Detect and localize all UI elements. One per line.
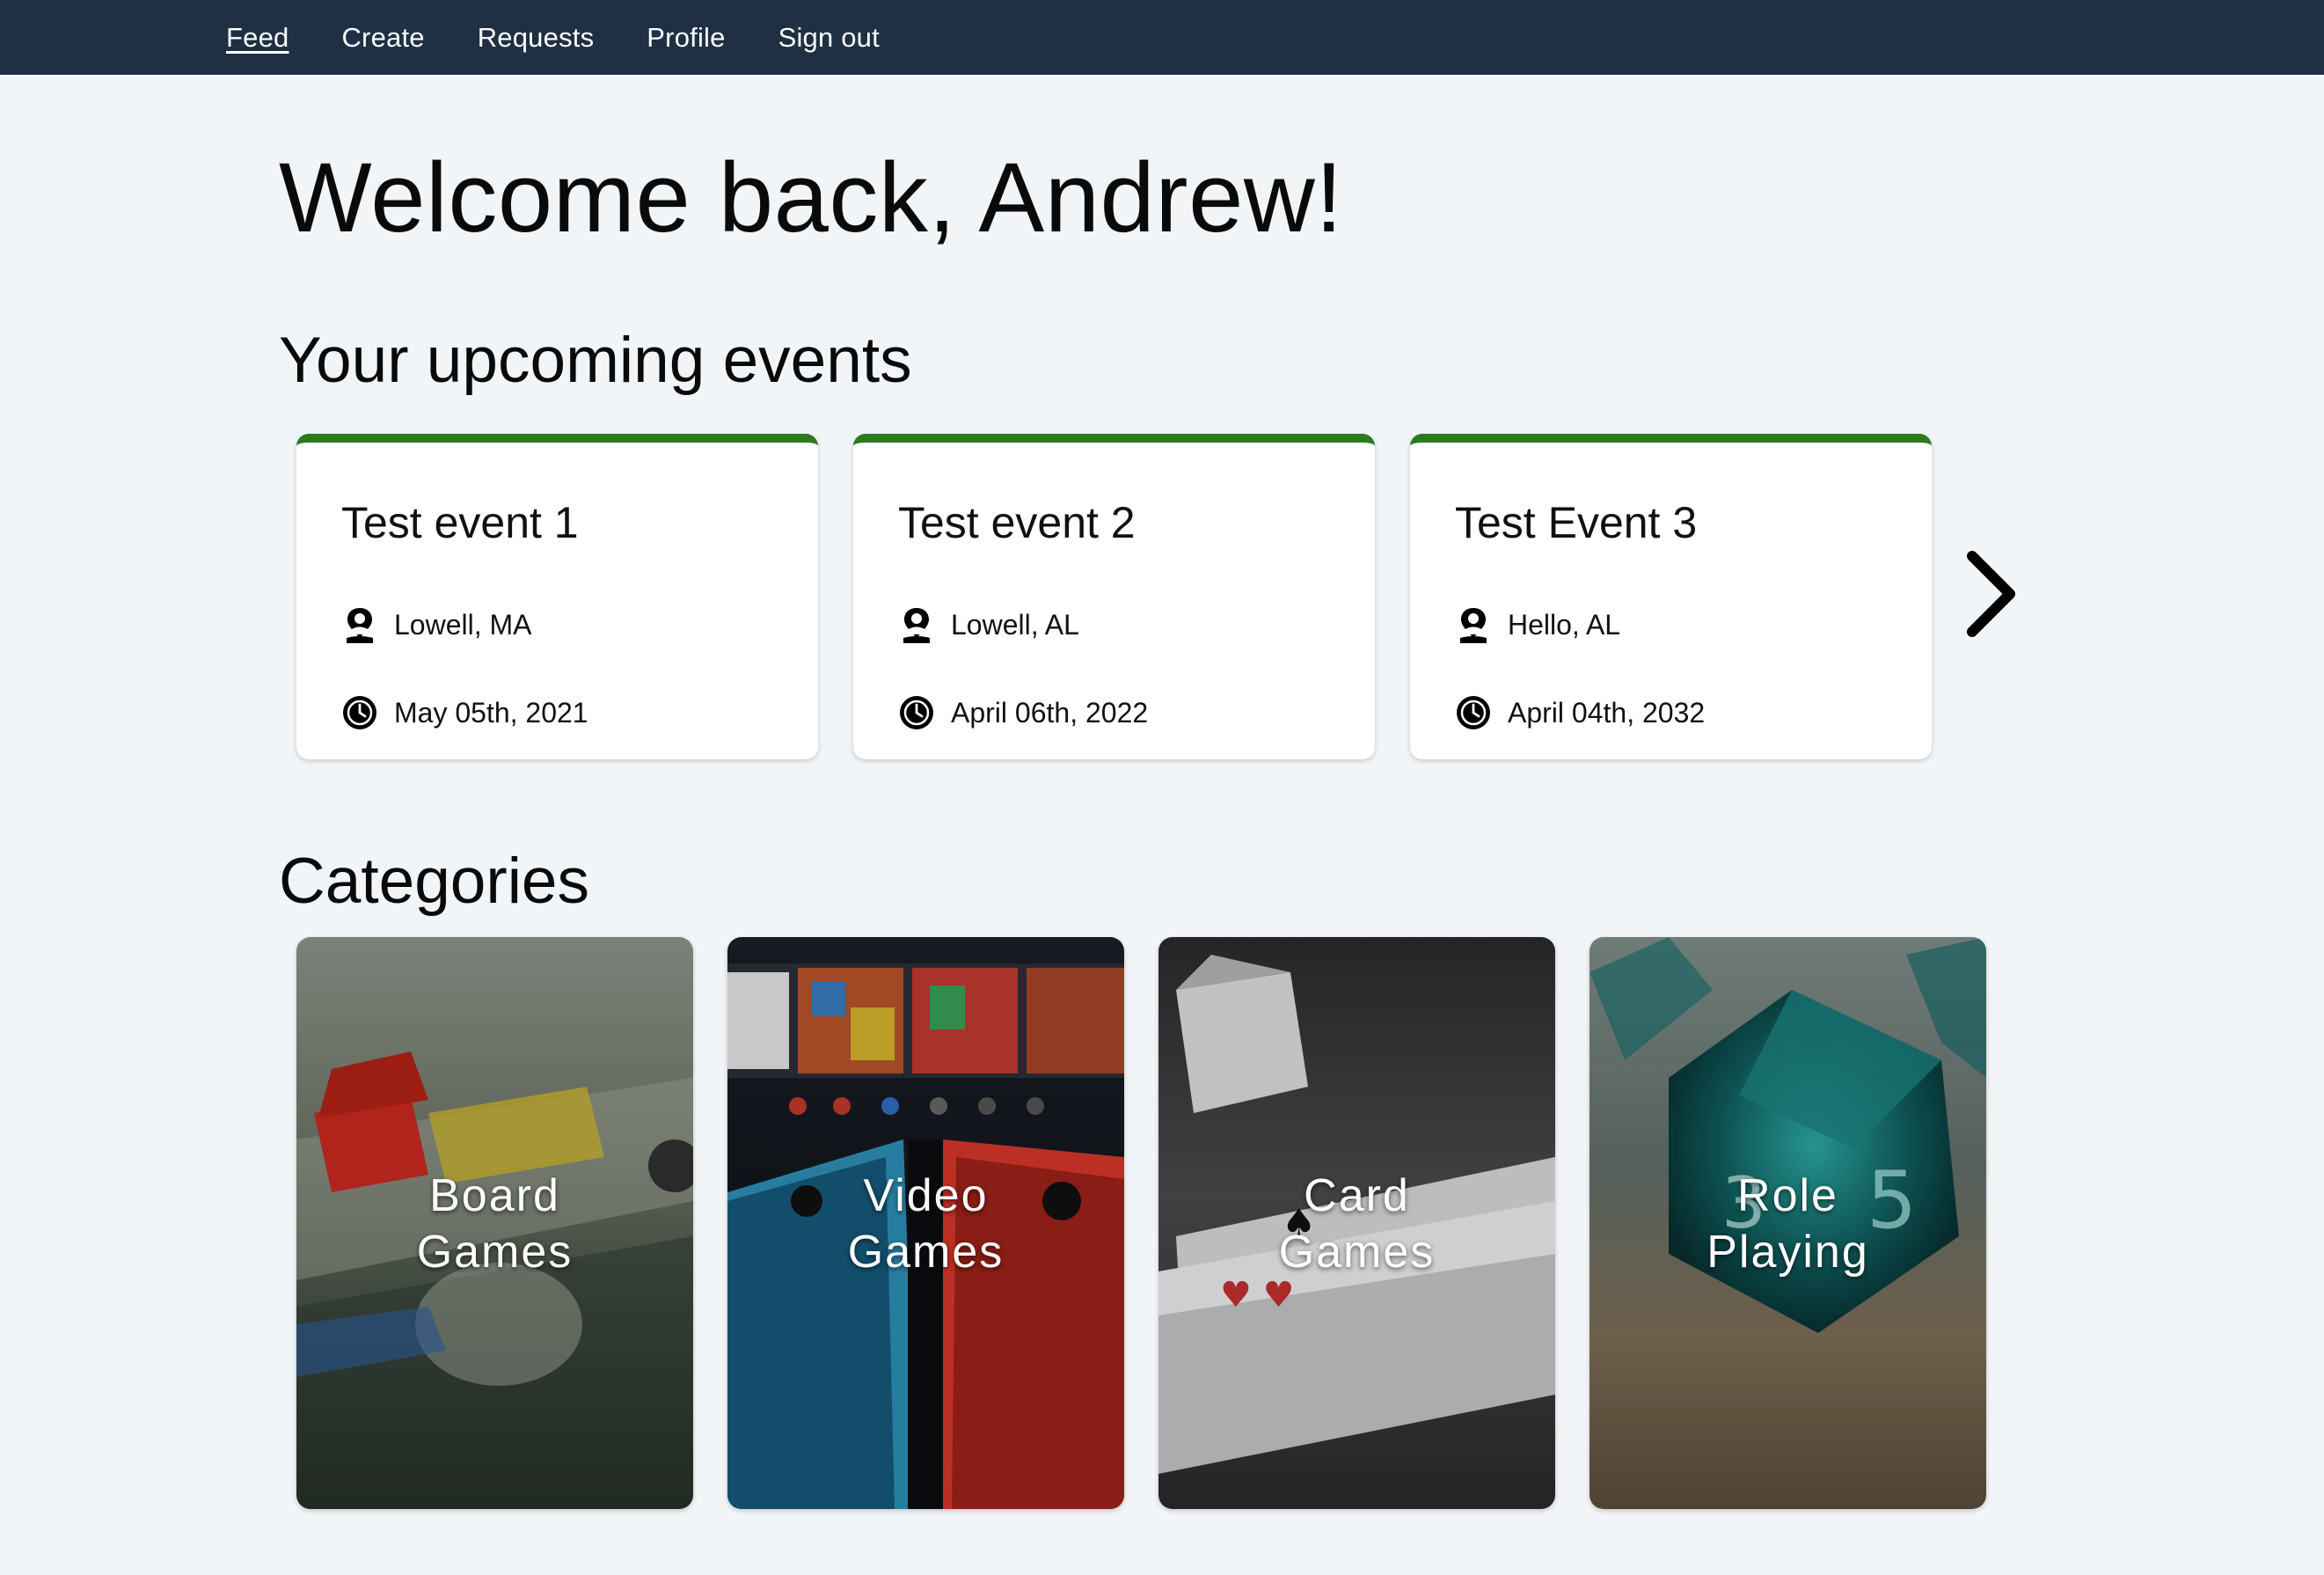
event-date-text: May 05th, 2021 — [394, 696, 588, 729]
event-location-text: Lowell, MA — [394, 608, 532, 641]
category-tile-video-games[interactable]: Video Games — [727, 937, 1124, 1509]
location-pin-icon — [347, 608, 373, 643]
location-pin-icon — [903, 608, 930, 643]
event-location: Hello, AL — [1455, 605, 1620, 644]
categories-grid: Board Games Video Games ♥ ♥ ♠ Card Games… — [296, 937, 2056, 1509]
location-pin-icon — [1460, 608, 1487, 643]
nav-profile-link[interactable]: Profile — [647, 22, 725, 54]
event-card[interactable]: Test event 2 Lowell, AL April 06th, 2022 — [853, 434, 1375, 759]
nav-create-link[interactable]: Create — [341, 22, 424, 54]
category-tile-role-playing[interactable]: 5 3 Role Playing — [1590, 937, 1986, 1509]
clock-icon — [900, 696, 933, 729]
category-label-line: Role — [1737, 1170, 1838, 1221]
category-label: Role Playing — [1590, 1168, 1986, 1280]
event-title: Test event 2 — [898, 498, 1136, 547]
category-tile-card-games[interactable]: ♥ ♥ ♠ Card Games — [1158, 937, 1555, 1509]
nav-requests-link[interactable]: Requests — [478, 22, 595, 54]
clock-icon — [1457, 696, 1490, 729]
nav-feed-link[interactable]: Feed — [226, 22, 289, 54]
category-label-line: Card — [1304, 1170, 1410, 1221]
top-navbar: Feed Create Requests Profile Sign out — [0, 0, 2324, 75]
chevron-right-icon[interactable] — [1962, 546, 2023, 642]
upcoming-events-carousel: Test event 1 Lowell, MA May 05th, 2021 T… — [296, 434, 2056, 759]
event-card[interactable]: Test Event 3 Hello, AL April 04th, 2032 — [1410, 434, 1932, 759]
category-label-line: Playing — [1706, 1227, 1869, 1278]
event-title: Test event 1 — [341, 498, 579, 547]
category-label-line: Games — [416, 1227, 574, 1278]
category-label-line: Games — [1278, 1227, 1436, 1278]
event-title: Test Event 3 — [1455, 498, 1698, 547]
event-date: April 06th, 2022 — [898, 693, 1148, 732]
welcome-heading: Welcome back, Andrew! — [279, 143, 1343, 253]
upcoming-events-heading: Your upcoming events — [279, 325, 912, 396]
event-location-text: Lowell, AL — [951, 608, 1079, 641]
category-label-line: Board — [429, 1170, 560, 1221]
category-label-line: Games — [847, 1227, 1005, 1278]
event-location: Lowell, AL — [898, 605, 1079, 644]
clock-icon — [343, 696, 376, 729]
event-location: Lowell, MA — [341, 605, 532, 644]
category-tile-board-games[interactable]: Board Games — [296, 937, 693, 1509]
category-label: Video Games — [727, 1168, 1124, 1280]
event-date: May 05th, 2021 — [341, 693, 588, 732]
event-location-text: Hello, AL — [1508, 608, 1621, 641]
category-label: Board Games — [296, 1168, 693, 1280]
event-date: April 04th, 2032 — [1455, 693, 1705, 732]
event-card[interactable]: Test event 1 Lowell, MA May 05th, 2021 — [296, 434, 818, 759]
category-label: Card Games — [1158, 1168, 1555, 1280]
category-label-line: Video — [863, 1170, 989, 1221]
nav-sign-out-link[interactable]: Sign out — [778, 22, 880, 54]
event-date-text: April 06th, 2022 — [951, 696, 1149, 729]
event-date-text: April 04th, 2032 — [1508, 696, 1706, 729]
categories-heading: Categories — [279, 846, 590, 917]
